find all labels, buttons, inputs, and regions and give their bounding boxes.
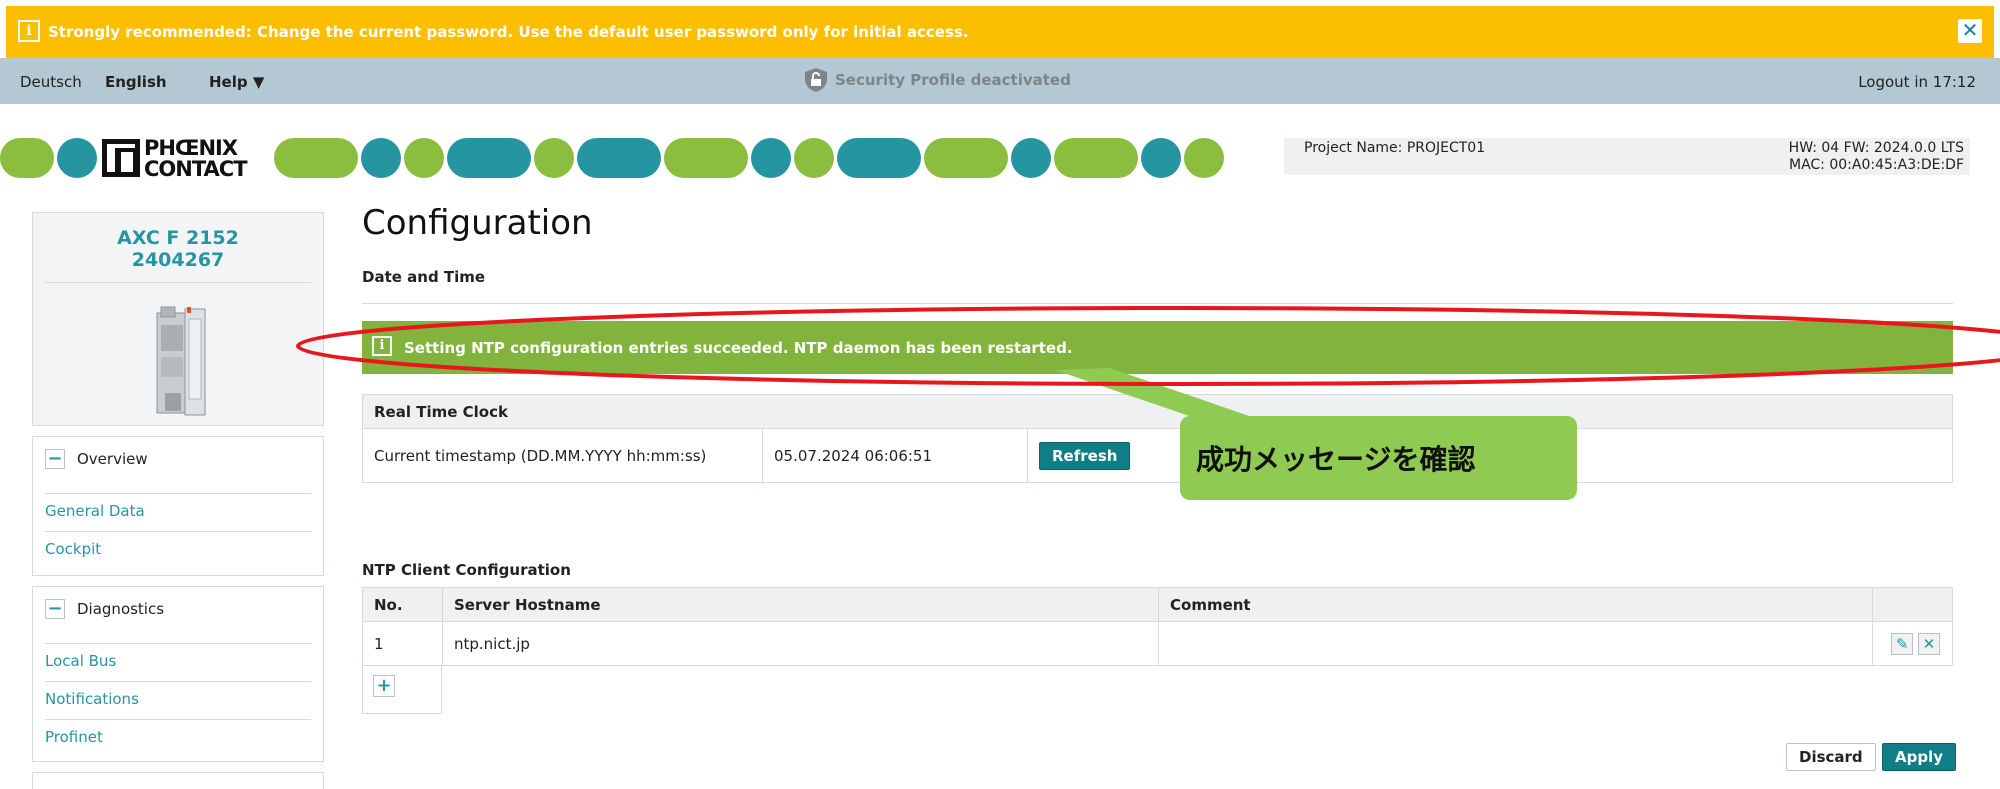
row-comment: [1158, 621, 1873, 666]
security-profile-text: Security Profile deactivated: [835, 71, 1071, 89]
overview-header[interactable]: − Overview: [45, 449, 148, 469]
column-header-actions: [1872, 587, 1953, 622]
column-header-hostname: Server Hostname: [442, 587, 1159, 622]
hw-fw-version: HW: 04 FW: 2024.0.0 LTS: [1788, 140, 1964, 156]
table-row: Current timestamp (DD.MM.YYYY hh:mm:ss) …: [362, 428, 1953, 483]
lang-english-link[interactable]: English: [105, 73, 167, 91]
controller-device-image: [156, 306, 206, 416]
timestamp-value: 05.07.2024 06:06:51: [762, 428, 1028, 483]
close-icon[interactable]: ✕: [1958, 19, 1982, 43]
nav-general-data[interactable]: General Data: [45, 493, 311, 531]
callout-text: 成功メッセージを確認: [1196, 443, 1476, 476]
divider: [362, 303, 1953, 304]
logo-text-line1: PHŒNIX: [144, 136, 238, 160]
brand-circle: [1011, 138, 1051, 178]
device-panel: AXC F 2152 2404267: [32, 212, 324, 426]
top-bar: Deutsch English Help ▼ Security Profile …: [0, 58, 2000, 104]
brand-circle: [1054, 138, 1138, 178]
brand-circle: [57, 138, 97, 178]
phoenix-contact-logo: PHŒNIX CONTACT: [102, 137, 272, 181]
nav-local-bus[interactable]: Local Bus: [45, 643, 311, 681]
row-number: 1: [362, 621, 443, 666]
divider: [45, 282, 311, 283]
diagnostics-title: Diagnostics: [77, 600, 165, 618]
overview-title: Overview: [77, 450, 148, 468]
add-row-cell: +: [362, 665, 442, 714]
brand-circle: [794, 138, 834, 178]
brand-circle: [837, 138, 921, 178]
logout-timer[interactable]: Logout in 17:12: [1858, 73, 1976, 91]
warning-text: Strongly recommended: Change the current…: [48, 23, 969, 41]
brand-circle: [577, 138, 661, 178]
collapse-icon[interactable]: −: [45, 599, 65, 619]
project-name: Project Name: PROJECT01: [1304, 140, 1486, 156]
diagnostics-panel: − Diagnostics Local Bus Notifications Pr…: [32, 586, 324, 762]
ntp-table: No. Server Hostname Comment 1 ntp.nict.j…: [362, 587, 1953, 666]
success-message: i Setting NTP configuration entries succ…: [362, 321, 1953, 374]
nav-cockpit[interactable]: Cockpit: [45, 531, 311, 569]
timestamp-label: Current timestamp (DD.MM.YYYY hh:mm:ss): [362, 428, 763, 483]
section-title-date-time: Date and Time: [362, 268, 486, 286]
collapse-icon[interactable]: −: [45, 449, 65, 469]
overview-panel: − Overview General Data Cockpit: [32, 436, 324, 576]
brand-circle: [404, 138, 444, 178]
device-model: AXC F 2152: [117, 227, 239, 249]
logo-mark: [102, 139, 140, 177]
table-row[interactable]: 1 ntp.nict.jp ✎ ✕: [362, 621, 1953, 666]
apply-button[interactable]: Apply: [1882, 743, 1957, 771]
refresh-button[interactable]: Refresh: [1039, 441, 1131, 470]
brand-circle: [534, 138, 574, 178]
brand-circle: [751, 138, 791, 178]
security-profile-status[interactable]: Security Profile deactivated: [803, 66, 1071, 94]
mac-address: MAC: 00:A0:45:A3:DE:DF: [1789, 157, 1964, 173]
column-header-no: No.: [362, 587, 443, 622]
brand-circle: [664, 138, 748, 178]
brand-circle: [1141, 138, 1181, 178]
column-header-comment: Comment: [1158, 587, 1873, 622]
shield-lock-icon: [805, 68, 827, 92]
lang-deutsch-link[interactable]: Deutsch: [20, 73, 82, 91]
device-part-number: 2404267: [131, 249, 225, 271]
brand-circle: [1184, 138, 1224, 178]
brand-circle: [361, 138, 401, 178]
info-icon: i: [18, 20, 40, 42]
nav-profinet[interactable]: Profinet: [45, 719, 311, 757]
nav-notifications[interactable]: Notifications: [45, 681, 311, 719]
add-icon[interactable]: +: [373, 675, 395, 697]
brand-circle: [0, 138, 54, 178]
rtc-table: Real Time Clock Current timestamp (DD.MM…: [362, 394, 1953, 483]
page-title: Configuration: [362, 203, 593, 243]
password-warning-banner: i Strongly recommended: Change the curre…: [6, 6, 1994, 58]
diagnostics-header[interactable]: − Diagnostics: [45, 599, 164, 619]
row-hostname: ntp.nict.jp: [442, 621, 1159, 666]
success-text: Setting NTP configuration entries succee…: [404, 339, 1073, 357]
logo-text-line2: CONTACT: [144, 157, 248, 181]
info-icon: i: [372, 336, 392, 356]
rtc-header: Real Time Clock: [362, 394, 1953, 429]
help-menu[interactable]: Help ▼: [209, 73, 264, 91]
brand-circle: [274, 138, 358, 178]
brand-circle: [447, 138, 531, 178]
brand-circle: [924, 138, 1008, 178]
annotation-callout: 成功メッセージを確認: [1180, 416, 1577, 500]
edit-icon[interactable]: ✎: [1891, 632, 1914, 655]
next-panel: [32, 772, 324, 789]
device-name: AXC F 2152 2404267: [33, 227, 323, 271]
project-info: Project Name: PROJECT01 HW: 04 FW: 2024.…: [1284, 138, 1970, 175]
discard-button[interactable]: Discard: [1786, 743, 1876, 771]
delete-icon[interactable]: ✕: [1918, 632, 1940, 655]
ntp-section-title: NTP Client Configuration: [362, 561, 571, 579]
